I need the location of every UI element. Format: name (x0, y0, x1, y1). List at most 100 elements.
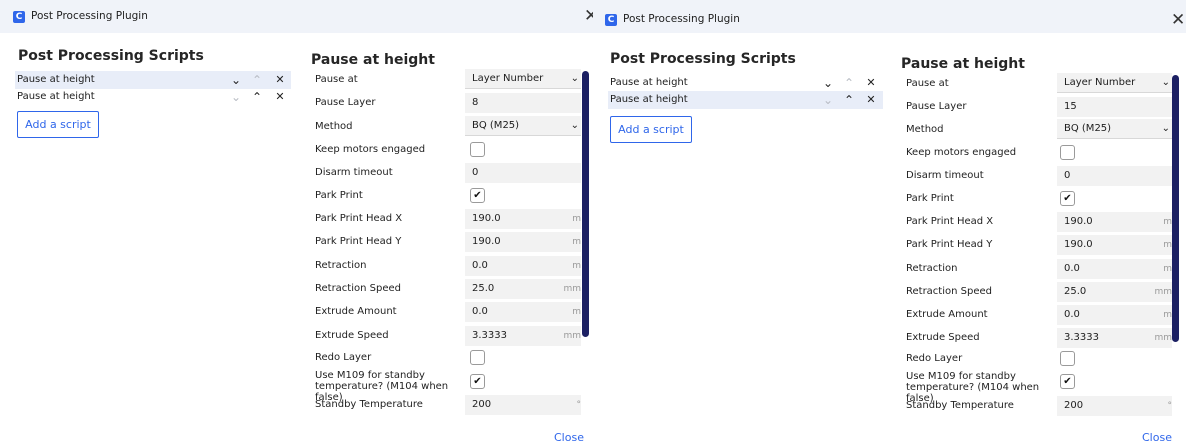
unit-label: m (1163, 240, 1172, 250)
close-button[interactable]: Close (1142, 431, 1172, 444)
remove-script-icon[interactable]: ✕ (272, 71, 288, 89)
move-up-icon[interactable]: ⌃ (841, 91, 857, 109)
setting-label-pause-layer: Pause Layer (906, 101, 967, 112)
move-down-icon[interactable]: ⌄ (228, 88, 244, 106)
retraction-value: 0.0 (472, 260, 488, 271)
redo-layer-checkbox[interactable] (1060, 351, 1075, 366)
setting-label-disarm-timeout: Disarm timeout (315, 167, 393, 178)
move-down-icon[interactable]: ⌄ (228, 71, 244, 89)
setting-label-retraction-speed: Retraction Speed (906, 286, 992, 297)
chevron-down-icon: ⌄ (1161, 77, 1170, 88)
unit-label: m (1163, 264, 1172, 274)
pause-at-value: Layer Number (472, 73, 544, 84)
park-x-input[interactable]: 190.0 m (465, 209, 581, 229)
park-y-value: 190.0 (1064, 239, 1093, 250)
extrude-amount-input[interactable]: 0.0 m (465, 302, 581, 322)
use-m109-checkbox[interactable]: ✔ (470, 374, 485, 389)
add-script-button[interactable]: Add a script (610, 116, 692, 143)
setting-label-keep-motors: Keep motors engaged (906, 147, 1017, 158)
chevron-down-icon: ⌄ (570, 120, 579, 131)
app-icon: C (605, 14, 617, 26)
add-script-button[interactable]: Add a script (17, 111, 99, 138)
park-y-value: 190.0 (472, 236, 501, 247)
keep-motors-checkbox[interactable] (470, 142, 485, 157)
extrude-speed-value: 3.3333 (472, 330, 507, 341)
extrude-speed-value: 3.3333 (1064, 332, 1099, 343)
setting-label-pause-at: Pause at (906, 78, 949, 89)
window-title: Post Processing Plugin (31, 10, 148, 22)
retraction-speed-input[interactable]: 25.0 mm (465, 279, 581, 299)
move-down-icon[interactable]: ⌄ (820, 91, 836, 109)
setting-label-park-y: Park Print Head Y (315, 236, 402, 247)
pause-at-value: Layer Number (1064, 77, 1136, 88)
retraction-speed-value: 25.0 (472, 283, 495, 294)
standby-temperature-value: 200 (472, 399, 492, 410)
retraction-input[interactable]: 0.0 m (1057, 259, 1172, 279)
window-title: Post Processing Plugin (623, 13, 740, 25)
setting-label-extrude-amount: Extrude Amount (906, 309, 988, 320)
extrude-amount-input[interactable]: 0.0 m (1057, 305, 1172, 325)
extrude-amount-value: 0.0 (1064, 309, 1080, 320)
park-y-input[interactable]: 190.0 m (465, 232, 581, 252)
standby-temperature-input[interactable]: 200 ° (1057, 396, 1172, 416)
pause-layer-value: 8 (472, 97, 479, 108)
settings-scrollbar[interactable] (1172, 75, 1179, 342)
move-up-icon[interactable]: ⌃ (249, 71, 265, 89)
unit-label: m (572, 237, 581, 247)
move-down-icon[interactable]: ⌄ (820, 74, 836, 92)
method-dropdown[interactable]: BQ (M25) ⌄ (1057, 119, 1172, 139)
settings-scrollbar[interactable] (582, 71, 589, 337)
setting-label-retraction-speed: Retraction Speed (315, 283, 401, 294)
setting-label-disarm-timeout: Disarm timeout (906, 170, 984, 181)
setting-label-extrude-speed: Extrude Speed (906, 332, 980, 343)
script-item-label: Pause at height (610, 77, 688, 88)
close-button[interactable]: Close (554, 431, 584, 444)
setting-label-method: Method (906, 124, 944, 135)
script-item-label: Pause at height (17, 74, 95, 85)
setting-label-park-print: Park Print (906, 193, 954, 204)
retraction-input[interactable]: 0.0 m (465, 256, 581, 276)
pause-at-dropdown[interactable]: Layer Number ⌄ (1057, 73, 1172, 93)
script-list-item[interactable]: Pause at height ⌄ ⌃ ✕ (608, 91, 883, 109)
disarm-timeout-value: 0 (1064, 170, 1071, 181)
chevron-down-icon: ⌄ (570, 73, 579, 84)
move-up-icon[interactable]: ⌃ (841, 74, 857, 92)
move-up-icon[interactable]: ⌃ (249, 88, 265, 106)
disarm-timeout-input[interactable]: 0 (1057, 166, 1172, 186)
pause-layer-input[interactable]: 8 (465, 93, 581, 113)
pause-layer-input[interactable]: 15 (1057, 97, 1172, 117)
setting-label-park-x: Park Print Head X (315, 213, 403, 224)
script-list-item[interactable]: Pause at height ⌄ ⌃ ✕ (15, 71, 291, 89)
method-value: BQ (M25) (472, 120, 520, 131)
remove-script-icon[interactable]: ✕ (863, 74, 879, 92)
park-print-checkbox[interactable]: ✔ (470, 188, 485, 203)
remove-script-icon[interactable]: ✕ (272, 88, 288, 106)
keep-motors-checkbox[interactable] (1060, 145, 1075, 160)
window-close-icon[interactable]: ✕ (584, 6, 593, 26)
park-print-checkbox[interactable]: ✔ (1060, 191, 1075, 206)
standby-temperature-input[interactable]: 200 ° (465, 395, 581, 415)
remove-script-icon[interactable]: ✕ (863, 91, 879, 109)
park-y-input[interactable]: 190.0 m (1057, 235, 1172, 255)
setting-label-pause-at: Pause at (315, 74, 358, 85)
retraction-speed-value: 25.0 (1064, 286, 1087, 297)
setting-label-redo-layer: Redo Layer (906, 353, 963, 364)
extrude-speed-input[interactable]: 3.3333 mm (1057, 328, 1172, 348)
script-list-item[interactable]: Pause at height ⌄ ⌃ ✕ (15, 88, 291, 106)
unit-label: m (572, 214, 581, 224)
retraction-speed-input[interactable]: 25.0 mm (1057, 282, 1172, 302)
pause-at-dropdown[interactable]: Layer Number ⌄ (465, 69, 581, 89)
script-list-item[interactable]: Pause at height ⌄ ⌃ ✕ (608, 74, 883, 92)
settings-title: Pause at height (901, 56, 1025, 72)
unit-label: mm (1154, 287, 1172, 297)
use-m109-checkbox[interactable]: ✔ (1060, 374, 1075, 389)
method-dropdown[interactable]: BQ (M25) ⌄ (465, 116, 581, 136)
park-x-input[interactable]: 190.0 m (1057, 212, 1172, 232)
extrude-speed-input[interactable]: 3.3333 mm (465, 326, 581, 346)
disarm-timeout-input[interactable]: 0 (465, 163, 581, 183)
unit-label: mm (1154, 333, 1172, 343)
script-item-label: Pause at height (610, 94, 688, 105)
window-close-icon[interactable]: ✕ (1171, 10, 1185, 30)
redo-layer-checkbox[interactable] (470, 350, 485, 365)
method-value: BQ (M25) (1064, 123, 1112, 134)
